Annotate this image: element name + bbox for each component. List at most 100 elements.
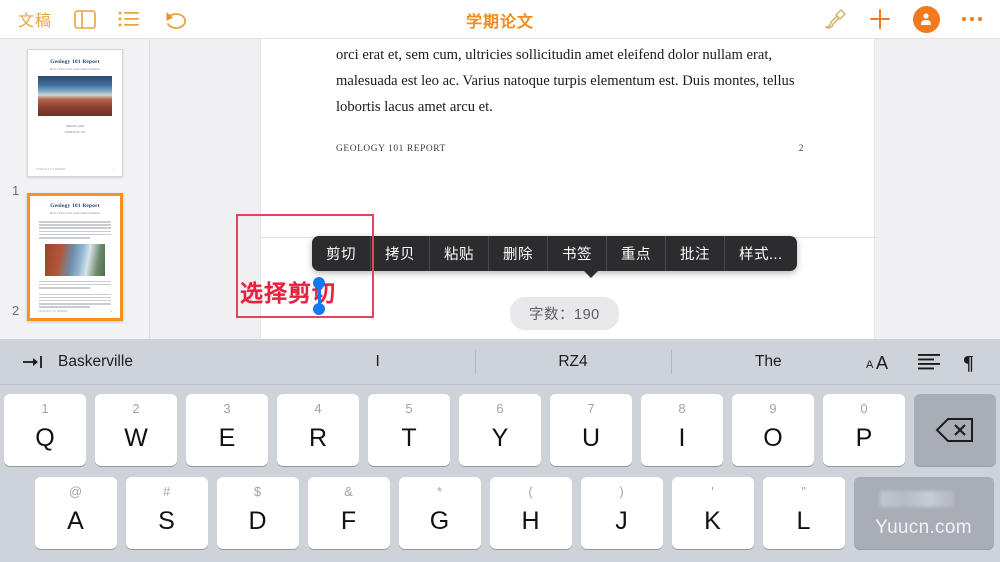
page-thumbnail-1[interactable]: Geology 101 Report How I learn rocks com… xyxy=(27,49,123,177)
text-context-menu[interactable]: 剪切 拷贝 粘贴 删除 书签 重点 批注 样式... xyxy=(312,236,797,271)
thumb-image xyxy=(38,76,112,116)
page-thumbnail-2[interactable]: Geology 101 Report How I learn rocks com… xyxy=(27,193,123,321)
pages-app-window: 文稿 学期论文 Geology 101 Report How I learn r… xyxy=(0,0,1000,562)
key-label: A xyxy=(67,507,84,535)
svg-text:¶: ¶ xyxy=(963,352,974,372)
thumb-footer-left: GEOLOGY 101 REPORT xyxy=(36,168,66,171)
editor-body: Geology 101 Report How I learn rocks com… xyxy=(0,39,1000,339)
toolbar-left-group: 文稿 xyxy=(0,7,187,31)
format-icon-group: A A ¶ xyxy=(866,352,1000,372)
page-thumbnails-sidebar[interactable]: Geology 101 Report How I learn rocks com… xyxy=(0,39,150,339)
thumbnail-item-1[interactable]: Geology 101 Report How I learn rocks com… xyxy=(0,49,149,198)
key-o[interactable]: 9 O xyxy=(732,394,814,466)
avatar xyxy=(912,5,940,33)
thumb-body-lines-mid xyxy=(30,280,120,289)
key-i[interactable]: 8 I xyxy=(641,394,723,466)
key-hint: 3 xyxy=(223,401,231,416)
key-w[interactable]: 2 W xyxy=(95,394,177,466)
text-align-icon[interactable] xyxy=(918,353,940,370)
keyboard-row-1: 1 Q 2 W 3 E 4 R 5 T 6 Y 7 U 8 I 9 O 0 P xyxy=(0,394,1000,466)
context-menu-item-comment[interactable]: 批注 xyxy=(666,236,725,271)
document-paragraph[interactable]: orci erat et, sem cum, ultricies sollici… xyxy=(336,42,804,120)
key-label: K xyxy=(704,507,721,535)
tab-indent-icon[interactable] xyxy=(22,355,44,369)
key-hint: ) xyxy=(619,484,624,499)
context-menu-pointer xyxy=(583,270,599,278)
key-label: W xyxy=(124,424,148,452)
thumb-footer: GEOLOGY 101 REPORT 2 xyxy=(38,310,112,313)
thumb-footer-right: 2 xyxy=(110,310,112,313)
key-hint: # xyxy=(162,484,171,499)
key-y[interactable]: 6 Y xyxy=(459,394,541,466)
key-hint: 5 xyxy=(405,401,413,416)
key-s[interactable]: # S xyxy=(125,477,208,549)
key-label: H xyxy=(521,507,540,535)
thumb-body-lines-bottom xyxy=(30,293,120,308)
document-footer-right: 2 xyxy=(798,144,804,154)
word-count-badge[interactable]: 字数：190 xyxy=(510,297,619,330)
thumb-subtitle: How I learn rocks come under mountain xyxy=(49,211,100,215)
suggestion-item-1[interactable]: I xyxy=(280,349,475,375)
context-menu-item-paste[interactable]: 粘贴 xyxy=(430,236,489,271)
key-hint: * xyxy=(436,484,443,499)
key-hint: " xyxy=(801,484,806,499)
context-menu-item-delete[interactable]: 删除 xyxy=(489,236,548,271)
plus-icon[interactable] xyxy=(869,8,891,30)
documents-button[interactable]: 文稿 xyxy=(18,7,52,31)
key-h[interactable]: ( H xyxy=(489,477,572,549)
key-q[interactable]: 1 Q xyxy=(4,394,86,466)
key-r[interactable]: 4 R xyxy=(277,394,359,466)
selection-handle-bottom-dot xyxy=(313,303,325,315)
key-f[interactable]: & F xyxy=(307,477,390,549)
thumb-footer: GEOLOGY 101 REPORT 1 xyxy=(36,168,114,171)
key-hint: 7 xyxy=(587,401,595,416)
undo-icon[interactable] xyxy=(162,9,187,29)
key-t[interactable]: 5 T xyxy=(368,394,450,466)
key-label: O xyxy=(763,424,783,452)
paintbrush-icon[interactable] xyxy=(823,8,847,30)
list-outline-icon[interactable] xyxy=(118,11,140,28)
text-size-icon[interactable]: A A xyxy=(866,352,896,372)
key-label: T xyxy=(401,424,417,452)
key-k[interactable]: ' K xyxy=(671,477,754,549)
key-hint: & xyxy=(344,484,353,499)
thumbnail-item-2[interactable]: Geology 101 Report How I learn rocks com… xyxy=(0,193,149,321)
backspace-key[interactable] xyxy=(914,394,996,466)
key-hint: 1 xyxy=(41,401,49,416)
return-key[interactable]: Yuucn.com xyxy=(853,477,994,549)
key-j[interactable]: ) J xyxy=(580,477,663,549)
font-name-label[interactable]: Baskerville xyxy=(58,353,133,371)
svg-text:A: A xyxy=(866,359,874,371)
key-e[interactable]: 3 E xyxy=(186,394,268,466)
font-group: Baskerville xyxy=(0,353,280,371)
thumb-image xyxy=(45,243,105,276)
keyboard-format-bar: Baskerville I RZ4 The A A ¶ xyxy=(0,339,1000,385)
key-u[interactable]: 7 U xyxy=(550,394,632,466)
key-label: L xyxy=(796,507,811,535)
key-hint: 0 xyxy=(860,401,868,416)
suggestion-item-2[interactable]: RZ4 xyxy=(475,349,670,375)
key-l[interactable]: " L xyxy=(762,477,845,549)
context-menu-item-highlight[interactable]: 重点 xyxy=(607,236,666,271)
account-avatar-icon[interactable] xyxy=(912,5,940,33)
sidebar-toggle-icon[interactable] xyxy=(74,9,96,29)
svg-text:A: A xyxy=(876,353,888,372)
key-hint: 2 xyxy=(132,401,140,416)
key-label: J xyxy=(615,507,628,535)
key-hint: 8 xyxy=(678,401,686,416)
key-p[interactable]: 0 P xyxy=(823,394,905,466)
key-g[interactable]: * G xyxy=(398,477,481,549)
key-d[interactable]: $ D xyxy=(216,477,299,549)
more-options-icon[interactable] xyxy=(961,16,982,22)
thumb-footer-left: GEOLOGY 101 REPORT xyxy=(38,310,68,313)
key-a[interactable]: @ A xyxy=(34,477,117,549)
pilcrow-icon[interactable]: ¶ xyxy=(962,352,978,372)
suggestion-item-3[interactable]: The xyxy=(670,349,866,375)
context-menu-item-bookmark[interactable]: 书签 xyxy=(548,236,607,271)
context-menu-item-copy[interactable]: 拷贝 xyxy=(371,236,430,271)
key-hint: $ xyxy=(253,484,262,499)
toolbar-right-group xyxy=(823,5,1000,33)
context-menu-item-style[interactable]: 样式... xyxy=(725,236,797,271)
key-hint: ( xyxy=(528,484,533,499)
key-label: F xyxy=(340,507,357,535)
